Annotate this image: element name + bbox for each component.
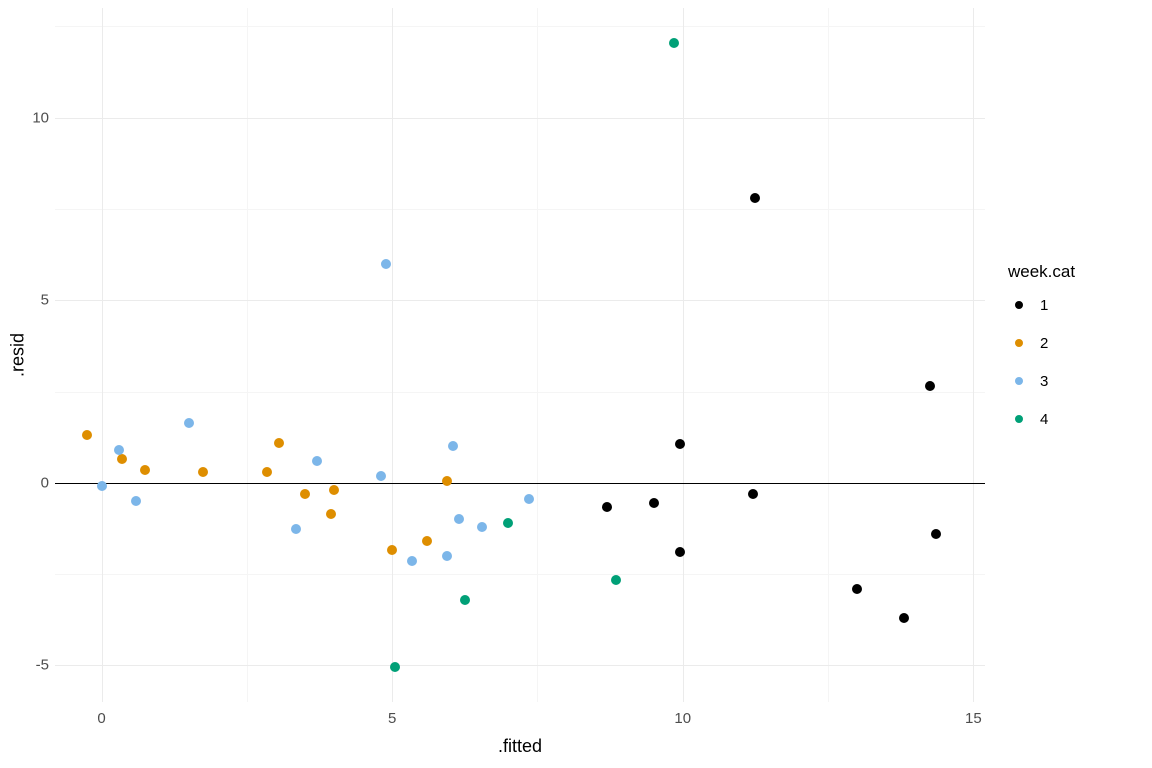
x-tick-label: 15: [965, 710, 982, 727]
data-point: [442, 551, 452, 561]
data-point: [291, 524, 301, 534]
data-point: [649, 498, 659, 508]
zero-reference-line: [55, 483, 985, 485]
data-point: [748, 489, 758, 499]
legend-item: 4: [1008, 406, 1075, 432]
data-point: [326, 509, 336, 519]
legend-dot-icon: [1015, 415, 1023, 423]
x-tick-label: 0: [97, 710, 105, 727]
data-point: [503, 518, 513, 528]
grid-minor-v: [537, 8, 538, 702]
legend: week.cat 1 2 3 4: [1008, 262, 1075, 444]
y-tick-label: 5: [25, 292, 49, 309]
data-point: [477, 522, 487, 532]
scatter-chart: .resid .fitted week.cat 1 2 3 4 0 5 10 15 -5 0 5 1…: [0, 0, 1152, 768]
grid-minor-v: [247, 8, 248, 702]
data-point: [387, 545, 397, 555]
data-point: [274, 438, 284, 448]
legend-dot-icon: [1015, 301, 1023, 309]
grid-minor-h: [55, 392, 985, 393]
data-point: [97, 481, 107, 491]
y-axis-title: .resid: [8, 333, 29, 377]
data-point: [329, 485, 339, 495]
y-tick-label: 10: [25, 109, 49, 126]
data-point: [750, 193, 760, 203]
data-point: [448, 441, 458, 451]
x-tick-label: 5: [388, 710, 396, 727]
data-point: [460, 595, 470, 605]
grid-major-h: [55, 118, 985, 119]
legend-key: [1008, 294, 1030, 316]
data-point: [114, 445, 124, 455]
legend-item: 3: [1008, 368, 1075, 394]
x-tick-label: 10: [674, 710, 691, 727]
legend-dot-icon: [1015, 377, 1023, 385]
data-point: [602, 502, 612, 512]
legend-item: 2: [1008, 330, 1075, 356]
grid-major-v: [683, 8, 684, 702]
data-point: [82, 430, 92, 440]
data-point: [131, 496, 141, 506]
legend-key: [1008, 332, 1030, 354]
grid-minor-v: [828, 8, 829, 702]
data-point: [524, 494, 534, 504]
data-point: [931, 529, 941, 539]
data-point: [300, 489, 310, 499]
plot-panel: [55, 8, 987, 704]
legend-key: [1008, 408, 1030, 430]
data-point: [899, 613, 909, 623]
data-point: [925, 381, 935, 391]
grid-major-v: [973, 8, 974, 702]
grid-major-h: [55, 300, 985, 301]
y-tick-label: 0: [25, 474, 49, 491]
grid-major-v: [102, 8, 103, 702]
data-point: [262, 467, 272, 477]
data-point: [442, 476, 452, 486]
legend-label: 2: [1040, 335, 1048, 352]
data-point: [675, 547, 685, 557]
data-point: [675, 439, 685, 449]
data-point: [454, 514, 464, 524]
data-point: [312, 456, 322, 466]
grid-minor-h: [55, 26, 985, 27]
data-point: [117, 454, 127, 464]
data-point: [390, 662, 400, 672]
data-point: [407, 556, 417, 566]
data-point: [198, 467, 208, 477]
y-tick-label: -5: [25, 657, 49, 674]
legend-title: week.cat: [1008, 262, 1075, 282]
grid-minor-h: [55, 574, 985, 575]
grid-major-h: [55, 665, 985, 666]
legend-item: 1: [1008, 292, 1075, 318]
grid-minor-h: [55, 209, 985, 210]
x-axis-title: .fitted: [498, 736, 542, 757]
grid-major-v: [392, 8, 393, 702]
legend-dot-icon: [1015, 339, 1023, 347]
legend-key: [1008, 370, 1030, 392]
data-point: [669, 38, 679, 48]
legend-label: 1: [1040, 297, 1048, 314]
data-point: [422, 536, 432, 546]
legend-label: 3: [1040, 373, 1048, 390]
data-point: [381, 259, 391, 269]
data-point: [140, 465, 150, 475]
data-point: [184, 418, 194, 428]
legend-label: 4: [1040, 411, 1048, 428]
data-point: [852, 584, 862, 594]
data-point: [376, 471, 386, 481]
data-point: [611, 575, 621, 585]
